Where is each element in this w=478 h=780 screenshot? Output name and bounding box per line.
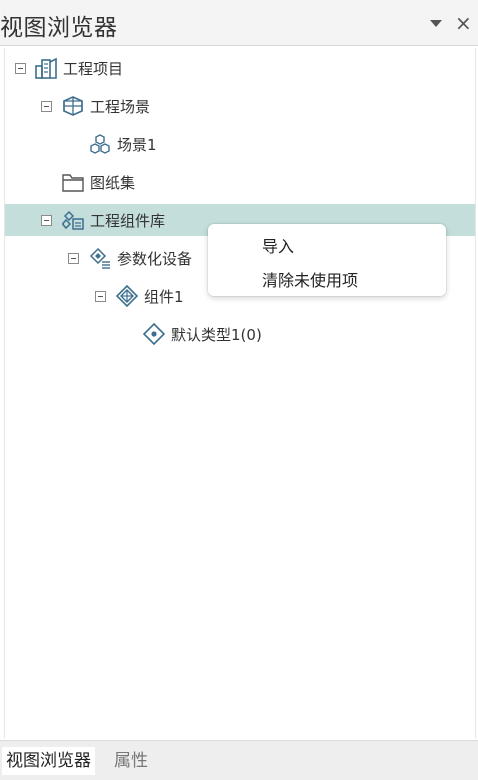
tab-view-browser[interactable]: 视图浏览器 <box>2 747 95 775</box>
panel-menu-button[interactable] <box>426 12 446 34</box>
panel-header: 视图浏览器 × <box>0 0 478 46</box>
menu-item-purge-unused[interactable]: 清除未使用项 <box>262 267 358 291</box>
chevron-down-icon <box>430 20 442 27</box>
parametric-device-icon <box>89 247 111 269</box>
component-icon <box>115 284 139 308</box>
close-icon: × <box>455 11 472 35</box>
panel-title: 视图浏览器 <box>0 15 118 41</box>
cubes-icon <box>89 133 111 155</box>
tree-node-label: 工程项目 <box>63 60 124 78</box>
collapse-toggle[interactable] <box>41 215 52 226</box>
collapse-toggle[interactable] <box>68 253 79 264</box>
building-icon <box>35 57 57 79</box>
tree-node-drawing-sets[interactable]: 图纸集 <box>5 166 475 198</box>
panel-tabs: 视图浏览器 属性 <box>0 740 478 780</box>
tab-properties[interactable]: 属性 <box>110 747 152 775</box>
tree-node-label: 场景1 <box>117 136 157 154</box>
view-tree[interactable]: 工程项目 工程场景 场景1 图纸集 工程组件库 参数化设备 组件1 默认类型1(… <box>4 48 476 738</box>
collapse-toggle[interactable] <box>95 291 106 302</box>
component-library-icon <box>61 209 84 231</box>
close-button[interactable]: × <box>452 11 472 35</box>
tree-node-default-type-1[interactable]: 默认类型1(0) <box>5 318 475 350</box>
collapse-toggle[interactable] <box>15 63 26 74</box>
tree-node-project[interactable]: 工程项目 <box>5 52 475 84</box>
tree-node-label: 默认类型1(0) <box>171 326 262 344</box>
tree-node-label: 参数化设备 <box>117 250 193 268</box>
menu-item-import[interactable]: 导入 <box>262 233 294 257</box>
scene-box-icon <box>62 95 84 117</box>
tree-node-label: 工程组件库 <box>90 212 166 230</box>
folder-icon <box>62 171 84 193</box>
tree-node-label: 工程场景 <box>90 98 151 116</box>
tree-node-label: 图纸集 <box>90 174 136 192</box>
tree-node-label: 组件1 <box>144 288 184 306</box>
type-diamond-icon <box>142 322 166 346</box>
tree-node-scenes[interactable]: 工程场景 <box>5 90 475 122</box>
collapse-toggle[interactable] <box>41 101 52 112</box>
tree-node-scene-1[interactable]: 场景1 <box>5 128 475 160</box>
context-menu: 导入 清除未使用项 <box>208 224 446 296</box>
